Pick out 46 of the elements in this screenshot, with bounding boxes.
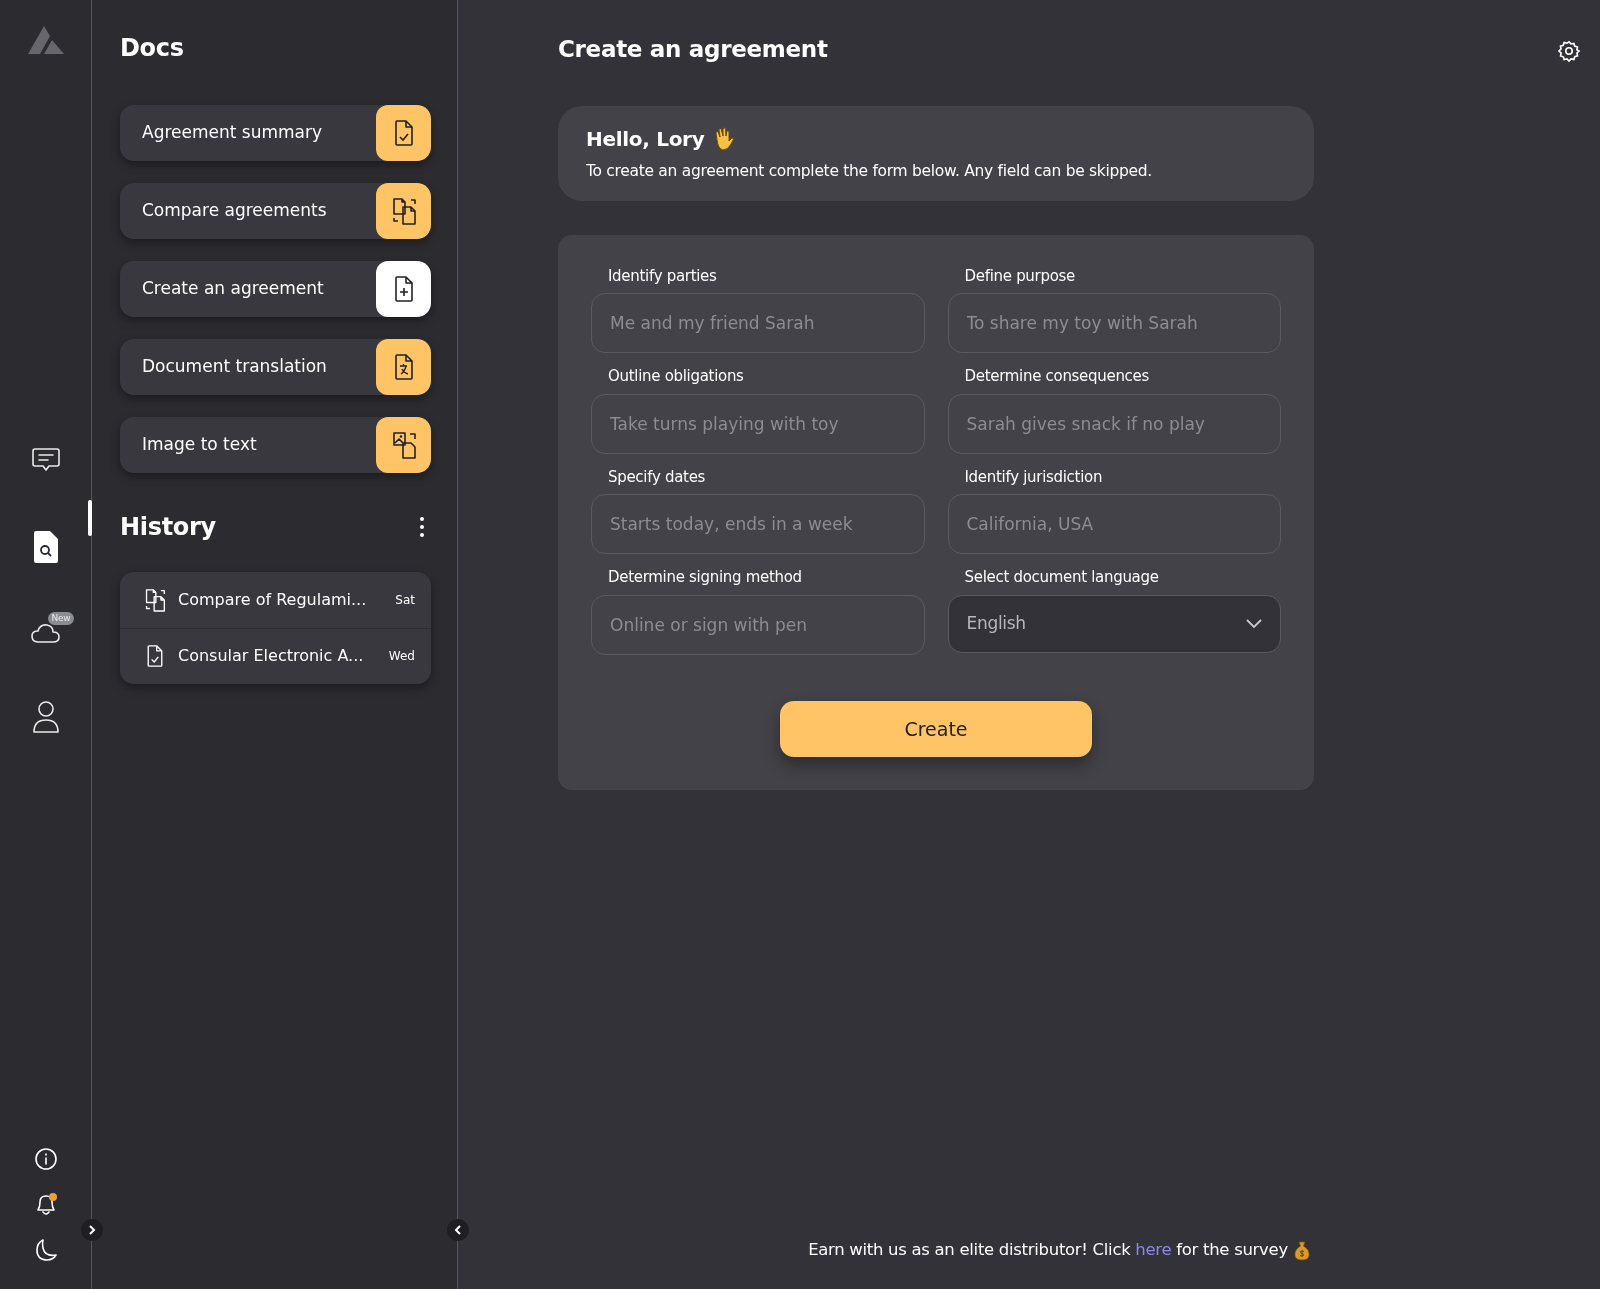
waving-hand-icon: [712, 125, 737, 152]
info-icon[interactable]: [33, 1147, 58, 1171]
document-search-icon[interactable]: [31, 530, 60, 564]
history-title: History: [120, 512, 216, 542]
field-label: Determine signing method: [607, 567, 803, 589]
input-field[interactable]: Sarah gives snack if no play: [947, 393, 1281, 454]
collapse-button[interactable]: [447, 1219, 469, 1241]
expand-button[interactable]: [81, 1219, 103, 1241]
input-field[interactable]: Online or sign with pen: [591, 594, 925, 655]
input-field[interactable]: To share my toy with Sarah: [947, 293, 1281, 354]
tool-item[interactable]: Image to text: [120, 416, 431, 473]
field-label: Outline obligations: [607, 366, 745, 388]
chevron-left-icon: [453, 1224, 463, 1236]
create-button[interactable]: Create: [780, 700, 1092, 757]
chevron-down-icon: [1246, 618, 1262, 629]
chat-icon[interactable]: [30, 446, 61, 474]
history-item[interactable]: Compare of Regulami... Sat: [120, 571, 431, 628]
promo-text: Earn with us as an elite distributor! Click here for the survey: [808, 1239, 1288, 1262]
field-label: Determine consequences: [963, 366, 1150, 388]
language-select[interactable]: English: [947, 594, 1281, 653]
field-label: Identify parties: [607, 265, 718, 287]
input-field[interactable]: Me and my friend Sarah: [591, 293, 925, 354]
more-icon[interactable]: [420, 517, 424, 538]
field-label: Specify dates: [607, 466, 707, 488]
input-field[interactable]: California, USA: [947, 494, 1281, 555]
tool-item[interactable]: Compare agreements: [120, 182, 431, 239]
page-title: Create an agreement: [558, 36, 828, 64]
field-label: Select document language: [963, 567, 1160, 589]
field-label: Identify jurisdiction: [963, 466, 1104, 488]
tool-item[interactable]: Document translation: [120, 338, 431, 395]
settings-icon[interactable]: [1558, 40, 1580, 62]
survey-link[interactable]: here: [1135, 1240, 1172, 1260]
input-field[interactable]: Starts today, ends in a week: [591, 494, 925, 555]
user-icon[interactable]: [31, 700, 60, 734]
greeting-text: To create an agreement complete the form below. Any field can be skipped.: [586, 160, 1153, 182]
documents-compare-icon: [144, 587, 166, 612]
tool-item[interactable]: Agreement summary: [120, 104, 431, 161]
money-bag-icon: [1293, 1240, 1310, 1261]
tool-item[interactable]: Create an agreement: [120, 260, 431, 317]
new-badge: New: [47, 612, 75, 625]
field-label: Define purpose: [963, 265, 1076, 287]
sidebar-title: Docs: [120, 34, 185, 63]
greeting-title: Hello, Lory: [586, 125, 705, 153]
input-field[interactable]: Take turns playing with toy: [591, 393, 925, 454]
history-item[interactable]: Consular Electronic A... Wed: [120, 627, 431, 684]
chevron-right-icon: [87, 1224, 97, 1236]
